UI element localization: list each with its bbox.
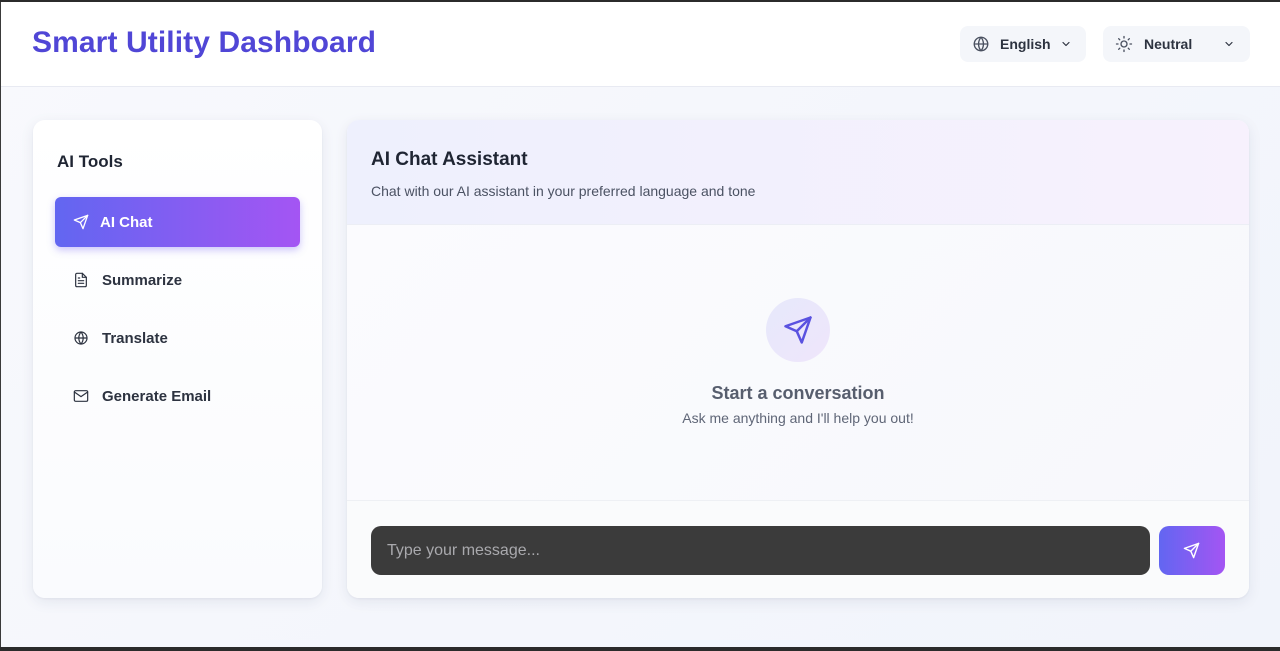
message-input[interactable] (371, 526, 1150, 575)
empty-state-badge (766, 298, 830, 362)
empty-state-subtitle: Ask me anything and I'll help you out! (682, 410, 914, 426)
app-window: Smart Utility Dashboard English Neutral (0, 2, 1280, 647)
app-header: Smart Utility Dashboard English Neutral (1, 2, 1280, 87)
mail-icon (73, 390, 89, 402)
language-selector[interactable]: English (960, 26, 1086, 62)
globe-icon (973, 36, 989, 52)
chat-messages-area[interactable]: Start a conversation Ask me anything and… (347, 225, 1249, 500)
sidebar-item-label: AI Chat (100, 214, 153, 231)
language-selector-value: English (1000, 36, 1051, 52)
sidebar-item-label: Generate Email (102, 388, 212, 405)
sidebar-title: AI Tools (57, 152, 123, 171)
document-icon (75, 272, 87, 288)
chevron-down-icon (1225, 41, 1233, 47)
tone-selector-value: Neutral (1144, 36, 1193, 52)
send-icon (784, 316, 812, 344)
sidebar-item-label: Summarize (102, 272, 183, 289)
globe-icon (74, 331, 88, 345)
message-composer (347, 500, 1249, 598)
tools-sidebar: AI Tools AI Chat Summarize Translate Gen… (33, 120, 322, 598)
window-bottom-edge (0, 647, 1280, 651)
sidebar-item-summarize[interactable]: Summarize (55, 255, 300, 305)
sun-icon (1115, 35, 1133, 53)
chevron-down-icon (1062, 41, 1070, 47)
app-title: Smart Utility Dashboard (32, 26, 377, 59)
sidebar-item-ai-chat[interactable]: AI Chat (55, 197, 300, 247)
empty-state-title: Start a conversation (711, 383, 885, 403)
chat-panel-header: AI Chat Assistant Chat with our AI assis… (347, 120, 1249, 225)
page-title: AI Chat Assistant (371, 149, 528, 170)
sidebar-item-translate[interactable]: Translate (55, 313, 300, 363)
send-icon (73, 214, 89, 230)
sidebar-item-generate-email[interactable]: Generate Email (55, 371, 300, 421)
send-icon (1183, 542, 1200, 559)
chat-panel: AI Chat Assistant Chat with our AI assis… (347, 120, 1249, 598)
page-subtitle: Chat with our AI assistant in your prefe… (371, 183, 756, 199)
tone-selector[interactable]: Neutral (1103, 26, 1250, 62)
send-button[interactable] (1159, 526, 1225, 575)
sidebar-item-label: Translate (102, 330, 168, 347)
